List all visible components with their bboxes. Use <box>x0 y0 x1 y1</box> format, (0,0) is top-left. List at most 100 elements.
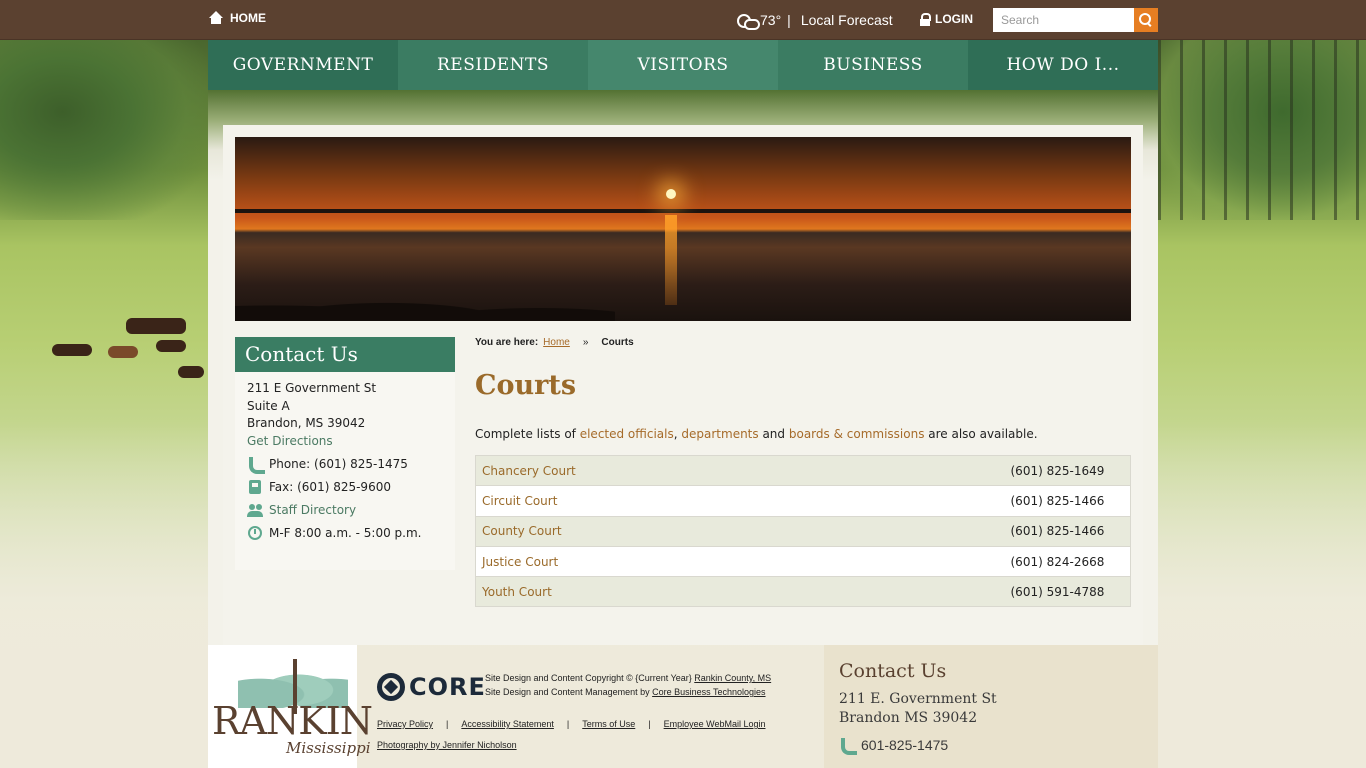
breadcrumb-prefix: You are here: <box>475 337 539 348</box>
departments-link[interactable]: departments <box>681 427 758 441</box>
intro-text-1: Complete lists of <box>475 427 580 441</box>
breadcrumb-current: Courts <box>601 337 634 348</box>
footer-phone-row: 601-825-1475 <box>839 737 1143 755</box>
breadcrumb-separator: » <box>582 337 589 348</box>
court-name-link[interactable]: Circuit Court <box>475 485 1005 517</box>
nav-how-do-i[interactable]: HOW DO I... <box>968 40 1158 90</box>
fax-icon <box>247 479 263 495</box>
elected-officials-link[interactable]: elected officials <box>580 427 674 441</box>
home-icon <box>208 11 224 25</box>
page-title: Courts <box>475 370 577 401</box>
footer-links: Privacy Policy | Accessibility Statement… <box>377 719 766 750</box>
intro-text-3: and <box>758 427 789 441</box>
table-row: County Court (601) 825-1466 <box>475 516 1131 547</box>
table-row: Youth Court (601) 591-4788 <box>475 576 1131 608</box>
search-button[interactable] <box>1134 8 1158 32</box>
credit-line-1: Site Design and Content Copyright © {Cur… <box>485 673 695 683</box>
login-link[interactable]: LOGIN <box>920 12 973 26</box>
nav-residents[interactable]: RESIDENTS <box>398 40 588 90</box>
address-line-2: Suite A <box>247 398 290 413</box>
separator: | <box>787 12 791 28</box>
nav-government[interactable]: GOVERNMENT <box>208 40 398 90</box>
local-forecast-link[interactable]: Local Forecast <box>801 12 893 28</box>
main-content: You are here: Home » Courts Courts Compl… <box>475 337 1131 608</box>
intro-text-4: are also available. <box>924 427 1038 441</box>
court-name-link[interactable]: Youth Court <box>475 576 1005 608</box>
court-name-link[interactable]: County Court <box>475 516 1005 547</box>
weather-widget: 73° | Local Forecast <box>734 11 893 30</box>
court-phone: (601) 824-2668 <box>1004 546 1131 578</box>
court-name-link[interactable]: Justice Court <box>475 546 1005 578</box>
footer-links-row: Privacy Policy | Accessibility Statement… <box>377 719 766 729</box>
home-link[interactable]: HOME <box>208 11 266 25</box>
login-label: LOGIN <box>935 12 973 26</box>
table-row: Chancery Court (601) 825-1649 <box>475 455 1131 487</box>
address-line-1: 211 E Government St <box>247 381 377 395</box>
footer-contact-title: Contact Us <box>839 660 947 682</box>
footer-contact-address: 211 E. Government St Brandon MS 39042 <box>839 690 1143 728</box>
core-business-link[interactable]: Core Business Technologies <box>652 687 765 697</box>
background-cow <box>126 318 186 334</box>
banner-sun-reflection <box>665 215 677 305</box>
court-phone: (601) 591-4788 <box>1004 576 1131 608</box>
phone-text: Phone: (601) 825-1475 <box>269 456 408 471</box>
boards-commissions-link[interactable]: boards & commissions <box>789 427 925 441</box>
footer-phone[interactable]: 601-825-1475 <box>861 737 948 753</box>
table-row: Circuit Court (601) 825-1466 <box>475 485 1131 517</box>
footer-address-line-2: Brandon MS 39042 <box>839 710 978 726</box>
rankin-county-logo[interactable]: RANKIN Mississippi <box>208 645 373 768</box>
court-name-link[interactable]: Chancery Court <box>475 455 1005 487</box>
banner-shoreline <box>235 209 1131 213</box>
privacy-policy-link[interactable]: Privacy Policy <box>377 719 433 729</box>
top-utility-bar: HOME 73° | Local Forecast LOGIN <box>0 0 1366 40</box>
staff-row: Staff Directory <box>247 502 443 520</box>
sidebar-contact-title: Contact Us <box>235 337 455 372</box>
photo-credit-link[interactable]: Photography by Jennifer Nicholson <box>377 740 517 750</box>
address-line-3: Brandon, MS 39042 <box>247 416 366 430</box>
phone-row: Phone: (601) 825-1475 <box>247 456 443 475</box>
rankin-county-link[interactable]: Rankin County, MS <box>694 673 771 683</box>
background-trees-left <box>0 40 208 220</box>
home-label: HOME <box>230 11 266 25</box>
core-mark-icon <box>377 673 405 701</box>
logo-word: RANKIN <box>212 699 373 743</box>
credit-line-2: Site Design and Content Management by <box>485 687 653 697</box>
core-text: CORE <box>409 673 486 701</box>
banner-sun <box>666 189 676 199</box>
phone-icon <box>247 456 265 475</box>
search-icon <box>1139 13 1153 27</box>
link-divider: | <box>446 719 449 729</box>
terms-of-use-link[interactable]: Terms of Use <box>582 719 635 729</box>
accessibility-statement-link[interactable]: Accessibility Statement <box>461 719 554 729</box>
background-trees-right <box>1158 40 1366 220</box>
background-cow <box>52 344 92 356</box>
nav-visitors[interactable]: VISITORS <box>588 40 778 90</box>
background-cow <box>178 366 204 378</box>
footer-address-line-1: 211 E. Government St <box>839 691 997 707</box>
background-cow <box>108 346 138 358</box>
courts-table: Chancery Court (601) 825-1649 Circuit Co… <box>475 455 1131 608</box>
nav-business[interactable]: BUSINESS <box>778 40 968 90</box>
credits-text: Site Design and Content Copyright © {Cur… <box>485 671 771 699</box>
search-input[interactable] <box>993 8 1134 32</box>
hours-row: M-F 8:00 a.m. - 5:00 p.m. <box>247 525 443 543</box>
court-phone: (601) 825-1649 <box>1004 455 1131 487</box>
footer-contact: Contact Us 211 E. Government St Brandon … <box>824 645 1158 768</box>
phone-icon <box>839 737 857 755</box>
staff-icon <box>247 502 263 518</box>
employee-webmail-link[interactable]: Employee WebMail Login <box>664 719 766 729</box>
staff-directory-link[interactable]: Staff Directory <box>269 502 356 520</box>
breadcrumb-home-link[interactable]: Home <box>543 337 570 348</box>
get-directions-link[interactable]: Get Directions <box>247 433 443 451</box>
lock-icon <box>920 12 931 26</box>
link-divider: | <box>648 719 651 729</box>
intro-text: Complete lists of elected officials, dep… <box>475 427 1131 441</box>
temperature: 73° <box>760 12 782 28</box>
table-row: Justice Court (601) 824-2668 <box>475 546 1131 578</box>
background-cow <box>156 340 186 352</box>
clock-icon <box>247 525 263 541</box>
footer-credits: CORE Site Design and Content Copyright ©… <box>357 645 824 768</box>
fax-row: Fax: (601) 825-9600 <box>247 479 443 497</box>
sidebar-contact-body: 211 E Government St Suite A Brandon, MS … <box>235 372 455 550</box>
core-logo[interactable]: CORE <box>377 673 486 701</box>
